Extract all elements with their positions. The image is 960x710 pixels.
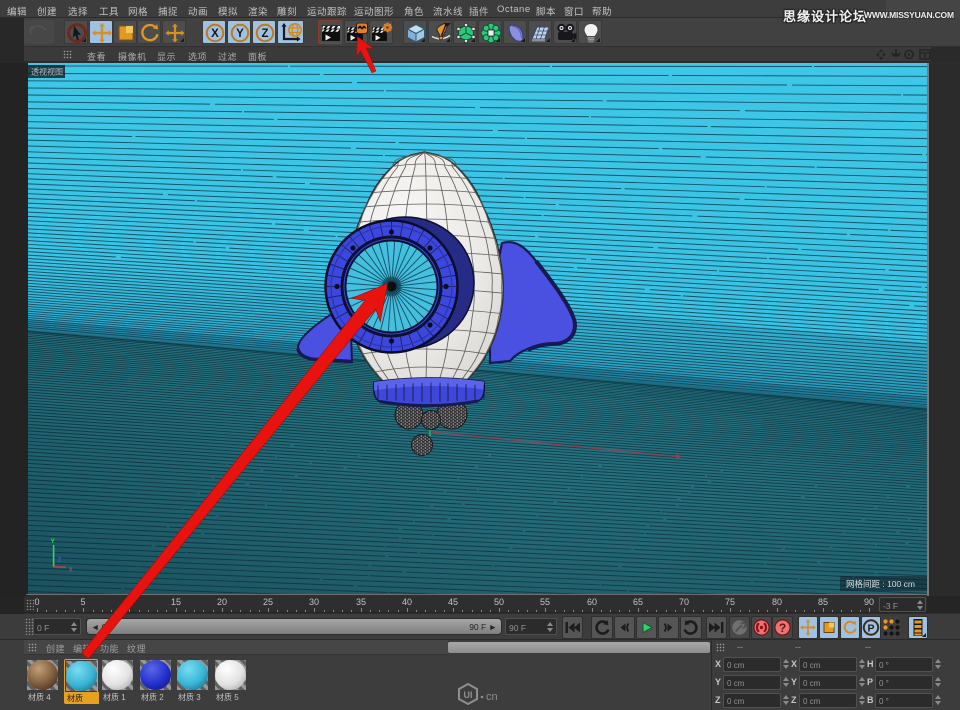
svg-text:透视视图: 透视视图 [31, 67, 63, 77]
svg-text:?: ? [779, 621, 786, 635]
svg-text:cn: cn [486, 691, 498, 703]
svg-text:Y: Y [236, 28, 244, 40]
svg-text:Y: Y [51, 538, 56, 545]
svg-text:P: P [867, 623, 874, 635]
svg-text:X: X [211, 28, 219, 40]
svg-text:Z: Z [58, 557, 62, 564]
svg-text:Z: Z [261, 28, 268, 40]
svg-text:X: X [69, 567, 74, 574]
svg-text:网格间距 : 100 cm: 网格间距 : 100 cm [846, 579, 915, 589]
svg-text:UI: UI [464, 690, 473, 700]
